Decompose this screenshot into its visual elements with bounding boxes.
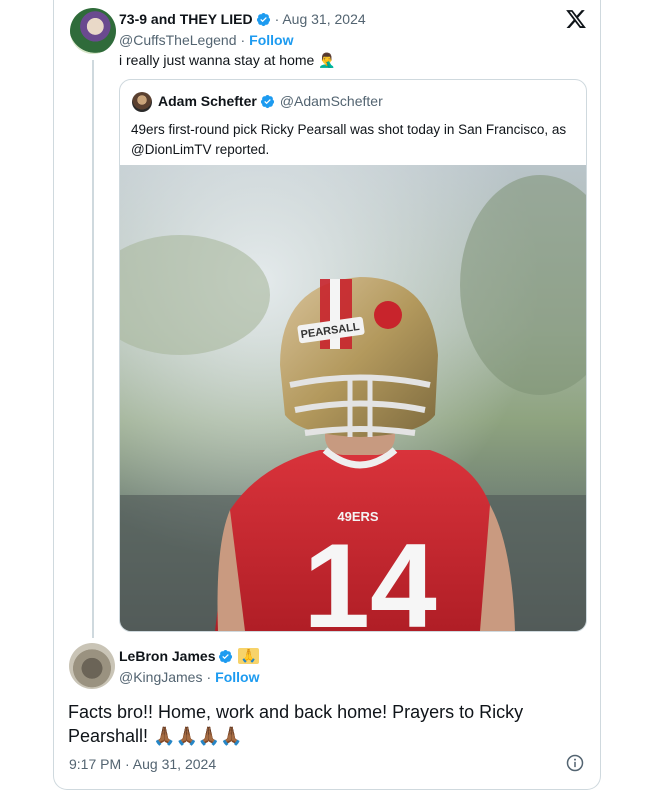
quoted-author-handle: @AdamSchefter — [279, 93, 383, 109]
reply-author-avatar[interactable] — [69, 643, 115, 689]
reply-author-emoji: 🙏 — [238, 648, 259, 664]
x-logo-icon[interactable] — [565, 8, 587, 30]
author-row: 73-9 and THEY LIED · Aug 31, 2024 — [119, 11, 366, 27]
quoted-tweet[interactable]: Adam Schefter @AdamSchefter 49ers first-… — [119, 79, 587, 632]
quoted-author-name: Adam Schefter — [158, 93, 257, 109]
reply-author-row: LeBron James 🙏 — [119, 648, 259, 664]
reply-author-handle[interactable]: @KingJames — [119, 669, 202, 685]
separator: · — [206, 669, 212, 685]
follow-button[interactable]: Follow — [249, 32, 293, 48]
info-icon[interactable] — [566, 754, 584, 772]
author-handle[interactable]: @CuffsTheLegend — [119, 32, 236, 48]
author-avatar[interactable] — [70, 8, 116, 54]
separator: · — [240, 32, 246, 48]
tweet-date[interactable]: · Aug 31, 2024 — [275, 11, 366, 27]
tweet-text: i really just wanna stay at home 🤦‍♂️ — [119, 52, 336, 68]
jersey-number: 14 — [303, 519, 437, 631]
thread-line — [92, 60, 94, 638]
reply-text: Facts bro!! Home, work and back home! Pr… — [68, 702, 524, 746]
verified-badge-icon — [260, 94, 274, 108]
quoted-photo[interactable]: 49ERS 14 PEARSALL — [120, 165, 586, 631]
verified-badge-icon — [256, 12, 270, 26]
reply-follow-button[interactable]: Follow — [215, 669, 259, 685]
quoted-tweet-text: 49ers first-round pick Ricky Pearsall wa… — [131, 122, 567, 157]
handle-row: @CuffsTheLegend · Follow — [119, 32, 293, 48]
player-photo-illustration: 49ERS 14 PEARSALL — [120, 165, 586, 631]
quoted-author-avatar — [132, 92, 152, 112]
verified-badge-icon — [219, 649, 233, 663]
reply-handle-row: @KingJames · Follow — [119, 669, 259, 685]
quoted-author-row: Adam Schefter @AdamSchefter — [158, 93, 383, 109]
reply-author-name[interactable]: LeBron James — [119, 648, 215, 664]
author-name[interactable]: 73-9 and THEY LIED — [119, 11, 253, 27]
